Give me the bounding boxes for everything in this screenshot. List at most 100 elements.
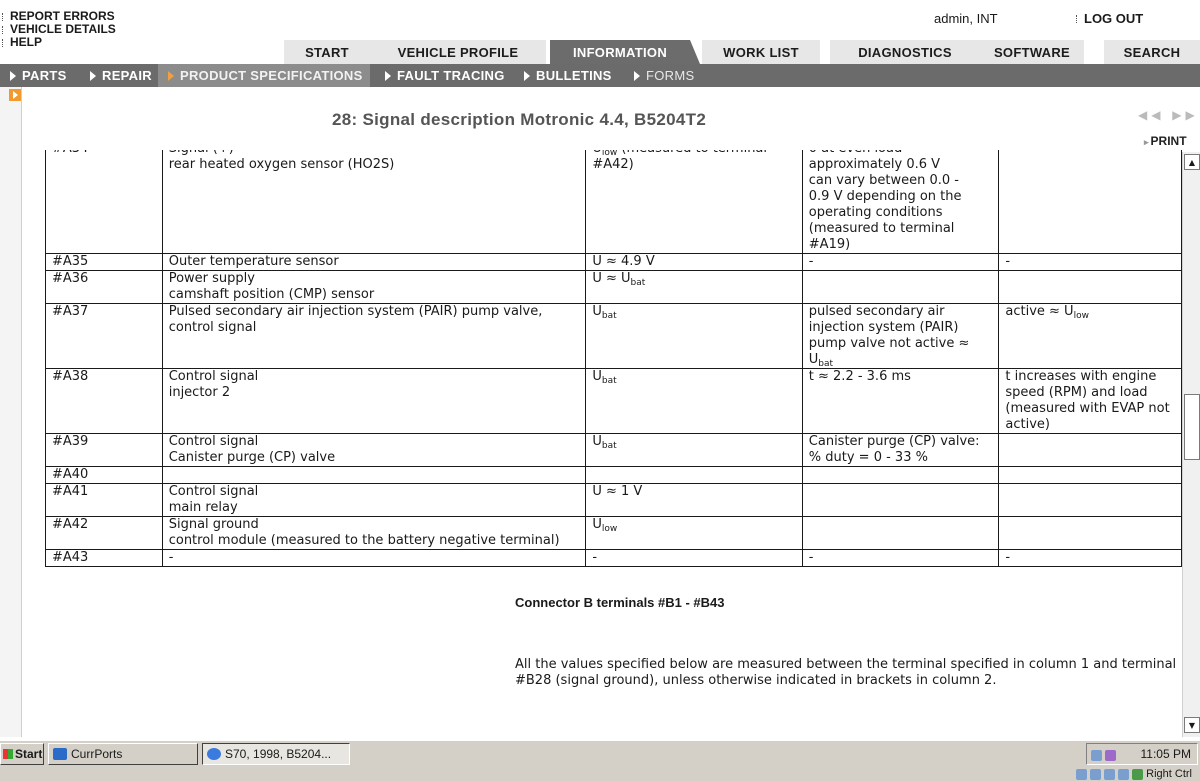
subnav-fault-tracing[interactable]: FAULT TRACING <box>375 64 515 87</box>
table-row: #A37 Pulsed secondary air injection syste… <box>45 303 1182 369</box>
table-cell-c1: #A39 <box>45 433 163 467</box>
table-cell-c4: pulsed secondary air injection system (PA… <box>801 303 1000 369</box>
table-cell-c3: U ≈ Ubat <box>585 270 803 304</box>
table-cell-c1: #A40 <box>45 466 163 484</box>
left-panel <box>0 87 22 737</box>
table-cell-c4: t ≈ 2.2 - 3.6 ms <box>801 368 1000 434</box>
tab-work-list[interactable]: WORK LIST <box>702 40 820 64</box>
table-row: #A35 Outer temperature sensor U ≈ 4.9 V-- <box>45 253 1182 271</box>
triangle-right-icon <box>168 70 174 81</box>
table-cell-c2: Control signal main relay <box>161 483 587 517</box>
tab-start[interactable]: START <box>284 40 370 64</box>
link-bullet-icon <box>2 38 4 47</box>
table-cell-c5: - <box>998 253 1182 271</box>
table-cell-c3: U ≈ 4.9 V <box>585 253 803 271</box>
logout-link[interactable]: LOG OUT <box>1076 11 1143 26</box>
table-cell-c2: Outer temperature sensor <box>161 253 587 271</box>
document-title: 28: Signal description Motronic 4.4, B52… <box>332 110 707 129</box>
subnav-repair[interactable]: REPAIR <box>80 64 158 87</box>
print-button[interactable]: ▸ PRINT <box>1144 134 1187 148</box>
table-cell-c2: Pulsed secondary air injection system (P… <box>161 303 587 369</box>
table-cell-c5 <box>998 466 1182 484</box>
table-cell-c4: - <box>801 253 1000 271</box>
help-link[interactable]: HELP <box>2 36 116 49</box>
table-cell-c2: Control signal injector 2 <box>161 368 587 434</box>
table-cell-c4 <box>801 466 1000 484</box>
tray-app-icon[interactable] <box>1105 750 1116 761</box>
table-cell-c1: #A35 <box>45 253 163 271</box>
print-arrow-icon: ▸ <box>1144 137 1149 147</box>
triangle-right-icon <box>10 70 16 81</box>
tab-search[interactable]: SEARCH <box>1104 40 1200 64</box>
table-cell-c5: t increases with engine speed (RPM) and l… <box>998 368 1182 434</box>
table-row: #A43- - - - <box>45 549 1182 567</box>
table-cell-c2: - <box>161 549 587 567</box>
table-cell-c5 <box>998 483 1182 517</box>
tab-software[interactable]: SOFTWARE <box>980 40 1084 64</box>
table-cell-c3: Ubat <box>585 303 803 369</box>
table-cell-c4: 0 at even loadapproximately 0.6 Vcan var… <box>801 150 1000 254</box>
table-row: #A36 Power supply camshaft position (CMP) … <box>45 270 1182 304</box>
tab-information[interactable]: INFORMATION <box>550 40 700 64</box>
top-links: REPORT ERRORS VEHICLE DETAILS HELP <box>2 10 116 49</box>
taskbar-currports[interactable]: CurrPorts <box>48 743 198 765</box>
tray-icons <box>1091 750 1121 761</box>
table-cell-c1: #A38 <box>45 368 163 434</box>
host-key-label: Right Ctrl <box>1146 768 1192 780</box>
subnav-parts[interactable]: PARTS <box>0 64 70 87</box>
tray-icon[interactable] <box>1104 768 1116 780</box>
table-row: #A40 <box>45 466 1182 484</box>
subnav-product-specifications[interactable]: PRODUCT SPECIFICATIONS <box>158 64 370 87</box>
table-cell-c4 <box>801 516 1000 550</box>
table-cell-c5 <box>998 433 1182 467</box>
table-cell-c5: - <box>998 549 1182 567</box>
table-cell-c3: - <box>585 549 803 567</box>
document-content: #A34Signal (+)rear heated oxygen sensor … <box>22 150 1182 737</box>
table-cell-c3: Ubat <box>585 433 803 467</box>
table-cell-c1: #A43 <box>45 549 163 567</box>
table-cell-c5: active ≈ Ulow <box>998 303 1182 369</box>
triangle-right-icon <box>385 70 391 81</box>
quick-launch-tray: Right Ctrl <box>968 766 1198 781</box>
table-row: #A39 Control signal Canister purge (CP) va… <box>45 433 1182 467</box>
vertical-scrollbar[interactable]: ▲ ▼ <box>1182 152 1200 737</box>
table-cell-c2: Signal (+)rear heated oxygen sensor (HO2… <box>161 150 587 254</box>
table-cell-c4: - <box>801 549 1000 567</box>
start-button[interactable]: Start <box>0 743 44 765</box>
windows-logo-icon <box>3 749 13 759</box>
link-bullet-icon <box>1076 14 1078 23</box>
scroll-thumb[interactable] <box>1184 394 1200 460</box>
page-nav-arrows-icon[interactable]: ◀◀ ▶▶ <box>1138 108 1199 122</box>
section-text: All the values specified below are measu… <box>515 657 1177 688</box>
taskbar: Start CurrPorts S70, 1998, B5204... 11:0… <box>0 740 1200 781</box>
table-cell-c5 <box>998 516 1182 550</box>
scroll-up-icon[interactable]: ▲ <box>1184 154 1200 170</box>
triangle-right-icon <box>524 70 530 81</box>
triangle-right-icon <box>634 70 640 81</box>
taskbar-browser[interactable]: S70, 1998, B5204... <box>202 743 350 765</box>
tab-vehicle-profile[interactable]: VEHICLE PROFILE <box>370 40 546 64</box>
link-bullet-icon <box>2 12 4 21</box>
table-row: #A38 Control signal injector 2 Ubat t ≈ 2.2 … <box>45 368 1182 434</box>
network-icon[interactable] <box>1091 750 1102 761</box>
link-bullet-icon <box>2 25 4 34</box>
table-cell-c2: Power supply camshaft position (CMP) sens… <box>161 270 587 304</box>
subnav-forms[interactable]: FORMS <box>624 64 704 87</box>
table-cell-c2 <box>161 466 587 484</box>
tab-diagnostics[interactable]: DIAGNOSTICS <box>830 40 980 64</box>
table-row: #A34Signal (+)rear heated oxygen sensor … <box>45 150 1182 254</box>
system-tray: 11:05 PM <box>1086 743 1198 765</box>
table-cell-c2: Signal ground control module (measured to… <box>161 516 587 550</box>
tray-icon[interactable] <box>1076 768 1088 780</box>
table-cell-c3: U ≈ 1 V <box>585 483 803 517</box>
scroll-down-icon[interactable]: ▼ <box>1184 717 1200 733</box>
subnav-bulletins[interactable]: BULLETINS <box>514 64 624 87</box>
expand-panel-icon[interactable] <box>9 89 21 101</box>
tray-icon[interactable] <box>1090 768 1102 780</box>
main-tabs: START VEHICLE PROFILE INFORMATION WORK L… <box>284 40 1200 64</box>
table-cell-c3: Ulow <box>585 516 803 550</box>
virtualbox-icon[interactable] <box>1132 768 1144 780</box>
tray-icon[interactable] <box>1118 768 1130 780</box>
currports-icon <box>53 748 67 760</box>
clock[interactable]: 11:05 PM <box>1141 747 1191 761</box>
